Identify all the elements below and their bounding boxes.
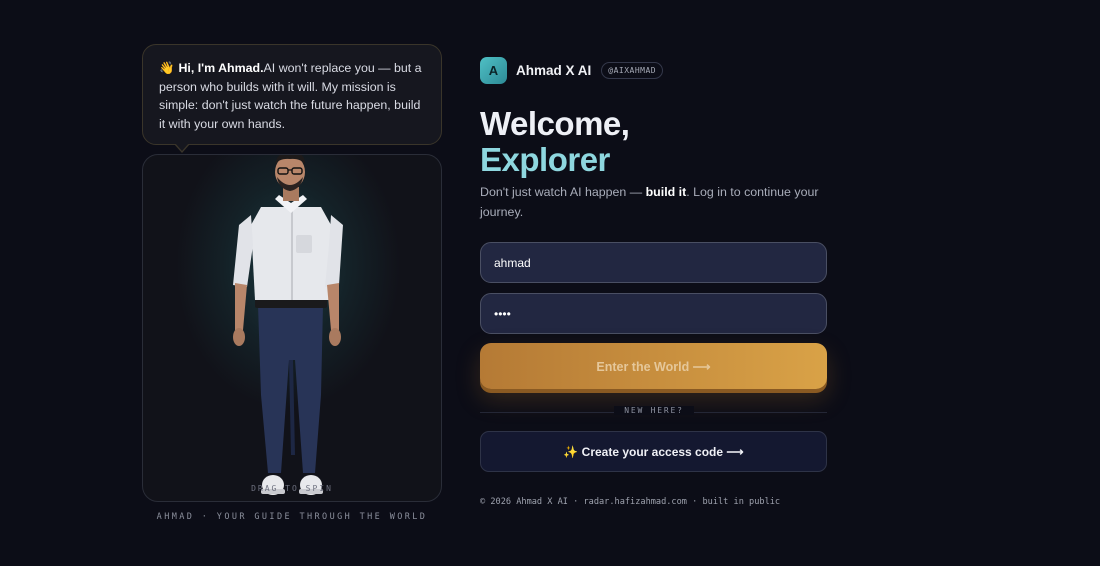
drag-to-spin-hint: DRAG TO SPIN [251, 484, 333, 493]
brand-logo-icon: A [480, 57, 507, 84]
waving-hand-icon: 👋 [159, 61, 175, 75]
password-input[interactable] [480, 293, 827, 334]
avatar-3d-viewer[interactable]: DRAG TO SPIN [142, 154, 442, 502]
page-title-line-2: Explorer [480, 141, 610, 178]
avatar-caption: AHMAD · YOUR GUIDE THROUGH THE WORLD [156, 512, 428, 522]
login-page: 👋 Hi, I'm Ahmad.AI won't replace you — bu… [0, 0, 1100, 566]
guide-speech-bubble: 👋 Hi, I'm Ahmad.AI won't replace you — bu… [142, 44, 442, 145]
brand-handle-badge: @AIXAHMAD [601, 62, 664, 79]
speech-bubble-tail [174, 143, 190, 153]
new-here-label: NEW HERE? [614, 406, 694, 415]
enter-the-world-button[interactable]: Enter the World ⟶ [480, 343, 827, 389]
page-title-line-1: Welcome, [480, 105, 630, 142]
guide-greeting-bold: Hi, I'm Ahmad. [178, 61, 264, 75]
avatar-figure [233, 155, 343, 495]
footer-text: © 2026 Ahmad X AI · radar.hafizahmad.com… [480, 497, 781, 507]
subtitle-prefix: Don't just watch AI happen — [480, 185, 646, 199]
create-access-code-button[interactable]: ✨ Create your access code ⟶ [480, 431, 827, 472]
page-subtitle: Don't just watch AI happen — build it. L… [480, 183, 830, 222]
subtitle-bold: build it [645, 185, 687, 199]
username-input[interactable] [480, 242, 827, 283]
brand-header: A Ahmad X AI @AIXAHMAD [480, 57, 664, 84]
brand-name: Ahmad X AI [516, 63, 592, 78]
